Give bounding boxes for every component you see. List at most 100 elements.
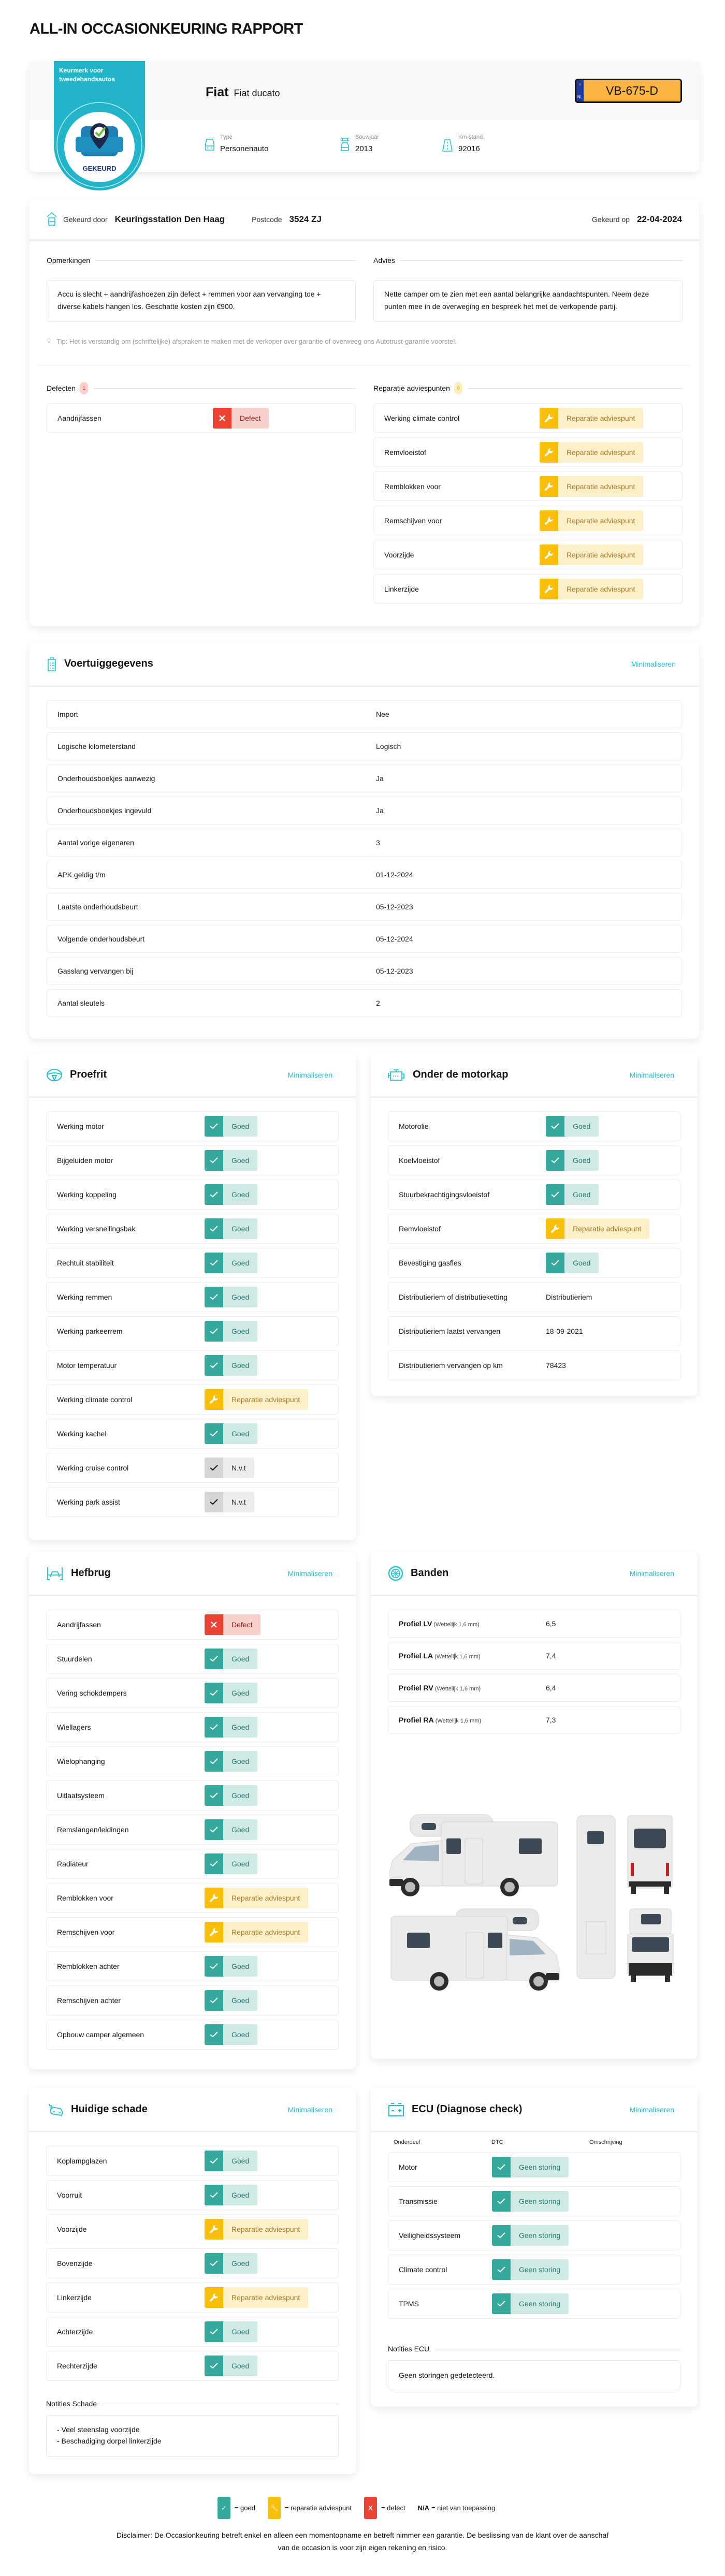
detail-bouwjaar: Bouwjaar 2013 bbox=[340, 134, 379, 153]
status-badge: Goed bbox=[546, 1150, 599, 1171]
status-badge: Reparatie adviespunt bbox=[540, 407, 644, 429]
minimize-link[interactable]: Minimaliseren bbox=[630, 1071, 674, 1079]
item-value: 6,4 bbox=[546, 1684, 556, 1692]
minimize-link[interactable]: Minimaliseren bbox=[630, 2106, 674, 2114]
status-badge: Goed bbox=[205, 1218, 258, 1239]
camper-top-view bbox=[576, 1815, 616, 1979]
status-badge: Goed bbox=[205, 1150, 258, 1171]
item-label: Werking park assist bbox=[57, 1498, 120, 1506]
wrench-icon bbox=[205, 1922, 223, 1942]
list-item: Rechtuit stabiliteit Goed bbox=[46, 1248, 339, 1278]
status-label: Reparatie adviespunt bbox=[558, 476, 644, 497]
wrench-icon bbox=[540, 510, 558, 531]
item-label: APK geldig t/m bbox=[57, 871, 106, 879]
list-item: Rechterzijde Goed bbox=[46, 2351, 339, 2381]
check-icon bbox=[205, 1253, 223, 1273]
list-item: Climate control Geen storing bbox=[388, 2255, 680, 2285]
list-item: Wielophanging Goed bbox=[46, 1746, 339, 1776]
check-icon bbox=[205, 2024, 223, 2045]
status-badge: Reparatie adviespunt bbox=[540, 510, 644, 531]
item-label: Remschijven voor bbox=[57, 1928, 115, 1936]
status-label: Goed bbox=[223, 1819, 258, 1840]
status-label: Goed bbox=[223, 2253, 258, 2274]
item-label: Rechtuit stabiliteit bbox=[57, 1259, 114, 1267]
item-label: Voorzijde bbox=[384, 550, 414, 559]
list-item: Achterzijde Goed bbox=[46, 2317, 339, 2347]
x-icon: X bbox=[364, 2497, 377, 2519]
check-icon bbox=[205, 1184, 223, 1205]
status-label: Reparatie adviespunt bbox=[558, 544, 644, 565]
status-label: Reparatie adviespunt bbox=[223, 2287, 309, 2308]
status-label: Goed bbox=[564, 1150, 599, 1171]
col-omschrijving: Omschrijving bbox=[589, 2139, 622, 2145]
minimize-link[interactable]: Minimaliseren bbox=[631, 660, 676, 668]
item-label: Wiellagers bbox=[57, 1723, 91, 1731]
status-badge: Goed bbox=[546, 1184, 599, 1205]
item-value: 2 bbox=[376, 999, 380, 1007]
status-label: Goed bbox=[223, 2185, 258, 2205]
item-label: Aandrijfassen bbox=[57, 1621, 101, 1629]
disclaimer: Disclaimer: De Occasionkeuring betreft e… bbox=[116, 2531, 609, 2552]
list-item: Voorruit Goed bbox=[46, 2180, 339, 2210]
list-item: Opbouw camper algemeen Goed bbox=[46, 2020, 339, 2050]
status-badge: Goed bbox=[205, 1287, 258, 1307]
item-label: Profiel LV (Wettelijk 1,6 mm) bbox=[399, 1620, 480, 1628]
item-label: Onderhoudsboekjes ingevuld bbox=[57, 806, 152, 815]
list-item: Bijgeluiden motor Goed bbox=[46, 1145, 339, 1175]
minimize-link[interactable]: Minimaliseren bbox=[288, 1071, 332, 1079]
status-label: Goed bbox=[223, 1956, 258, 1977]
inspection-date: 22-04-2024 bbox=[637, 214, 682, 224]
schade-card: Huidige schade Minimaliseren Koplampglaz… bbox=[29, 2088, 356, 2474]
check-icon: ✓ bbox=[217, 2497, 230, 2519]
list-item: Bevestiging gasfles Goed bbox=[388, 1248, 680, 1278]
minimize-link[interactable]: Minimaliseren bbox=[288, 1569, 332, 1578]
status-badge: Reparatie adviespunt bbox=[540, 441, 644, 463]
status-label: Goed bbox=[223, 1683, 258, 1703]
list-item: TPMS Geen storing bbox=[388, 2289, 680, 2319]
item-label: Radiateur bbox=[57, 1860, 89, 1868]
check-icon bbox=[205, 1683, 223, 1703]
ecu-card: ECU (Diagnose check) Minimaliseren Onder… bbox=[371, 2088, 698, 2407]
wrench-icon: 🔧︎ bbox=[267, 2497, 281, 2519]
item-label: Werking koppeling bbox=[57, 1190, 117, 1199]
list-item: Remschijven achter Goed bbox=[46, 1985, 339, 2015]
list-item: Uitlaatsysteem Goed bbox=[46, 1780, 339, 1810]
list-item: Volgende onderhoudsbeurt 05-12-2024 bbox=[47, 925, 682, 953]
status-label: Geen storing bbox=[511, 2191, 569, 2212]
item-value: 7,4 bbox=[546, 1652, 556, 1660]
status-label: Reparatie adviespunt bbox=[558, 578, 644, 599]
status-badge: Goed bbox=[205, 2151, 258, 2171]
minimize-link[interactable]: Minimaliseren bbox=[630, 1569, 674, 1578]
list-item: Remschijven voor Reparatie adviespunt bbox=[373, 506, 683, 535]
item-value: 05-12-2023 bbox=[376, 967, 413, 975]
status-badge: Goed bbox=[546, 1253, 599, 1273]
check-icon bbox=[492, 2259, 511, 2280]
col-dtc: DTC bbox=[491, 2139, 503, 2145]
status-badge: Geen storing bbox=[492, 2157, 569, 2177]
item-label: Bevestiging gasfles bbox=[399, 1259, 461, 1267]
check-icon bbox=[492, 2225, 511, 2246]
item-label: Veiligheidssysteem bbox=[399, 2231, 461, 2240]
status-badge: Geen storing bbox=[492, 2191, 569, 2212]
list-item: Import Nee bbox=[47, 700, 682, 728]
item-label: Koelvloeistof bbox=[399, 1156, 440, 1165]
list-item: Profiel LV (Wettelijk 1,6 mm) 6,5 bbox=[388, 1610, 680, 1638]
status-label: Goed bbox=[223, 1785, 258, 1806]
status-badge: Goed bbox=[205, 1853, 258, 1874]
hefbrug-card: Hefbrug Minimaliseren Aandrijfassen Defec… bbox=[29, 1552, 356, 2069]
item-label: Motor bbox=[399, 2163, 417, 2171]
status-label: Goed bbox=[223, 2356, 258, 2376]
check-icon bbox=[205, 1990, 223, 2011]
close-icon bbox=[205, 1614, 223, 1635]
status-label: N.v.t bbox=[223, 1492, 254, 1512]
item-note: (Wettelijk 1,6 mm) bbox=[433, 1654, 481, 1660]
item-value: 6,5 bbox=[546, 1620, 556, 1628]
item-value: 05-12-2024 bbox=[376, 935, 413, 943]
minimize-link[interactable]: Minimaliseren bbox=[288, 2106, 332, 2114]
check-icon bbox=[205, 1751, 223, 1772]
status-badge: Reparatie adviespunt bbox=[540, 544, 644, 565]
item-label: Aantal vorige eigenaren bbox=[57, 838, 134, 847]
check-icon bbox=[546, 1116, 564, 1137]
check-icon bbox=[205, 1785, 223, 1806]
list-item: Linkerzijde Reparatie adviespunt bbox=[46, 2283, 339, 2313]
